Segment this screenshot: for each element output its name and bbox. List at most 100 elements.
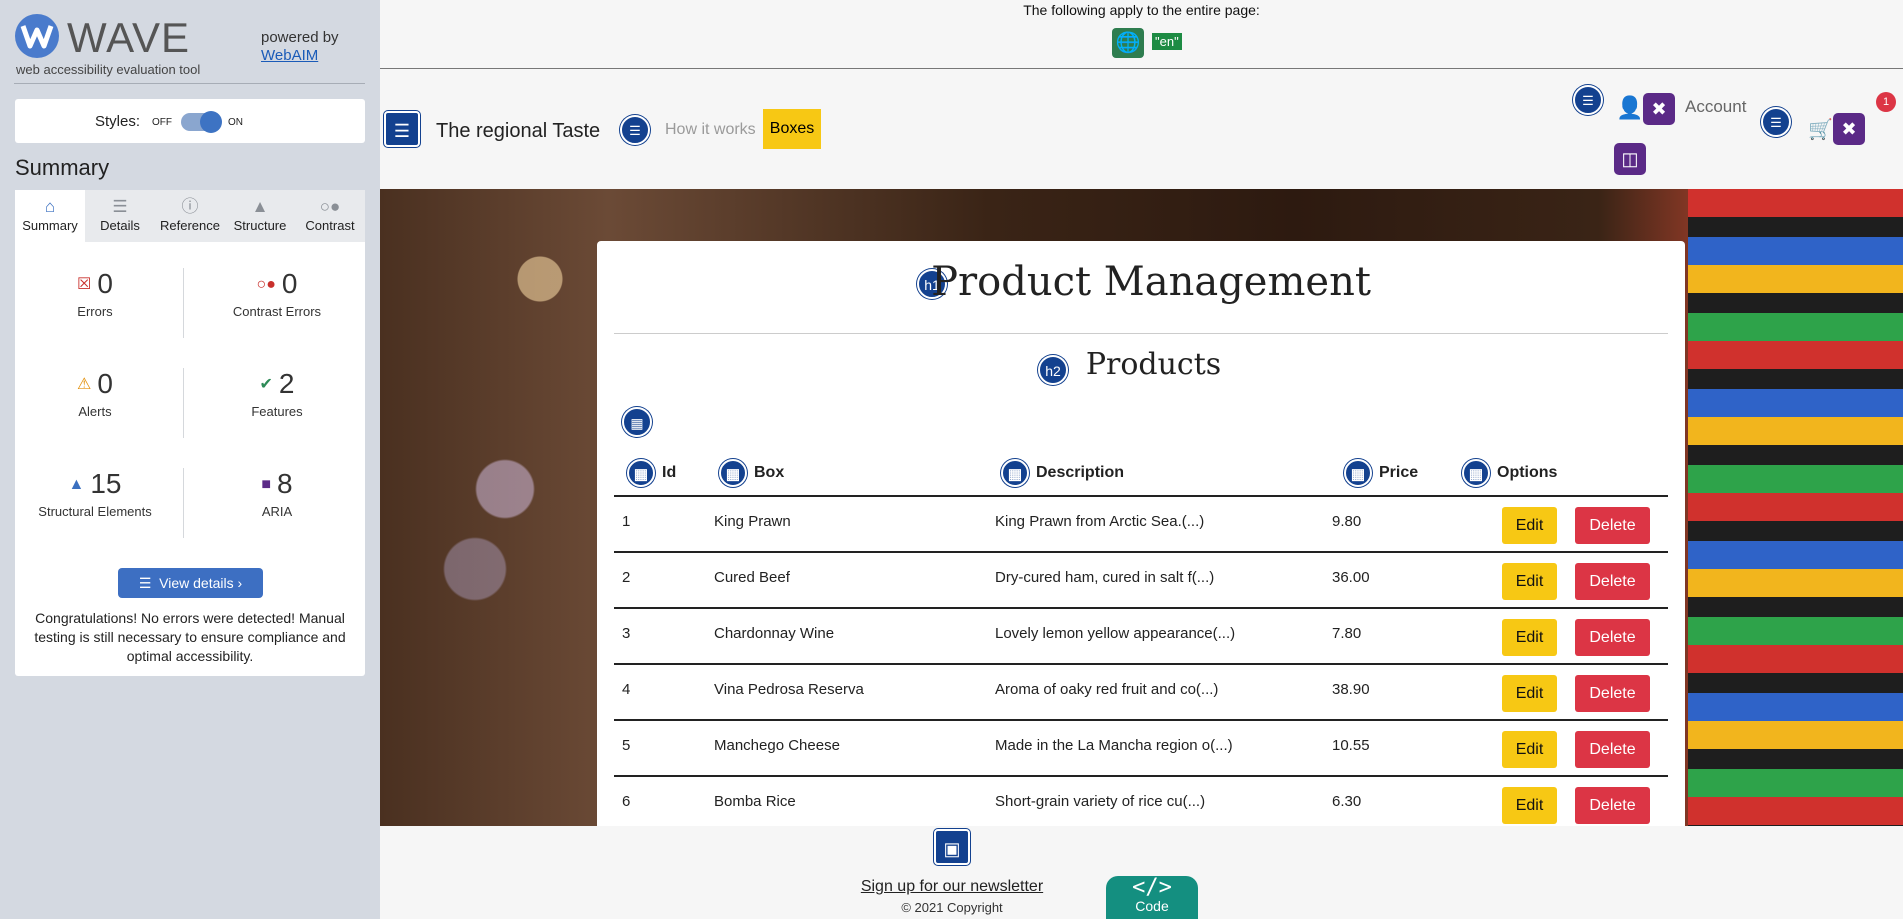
delete-button[interactable]: Delete xyxy=(1575,787,1650,824)
errors-count: 0 xyxy=(97,268,113,299)
aria-count: 8 xyxy=(277,468,293,499)
table-icon: ▦ xyxy=(622,407,652,437)
delete-button[interactable]: Delete xyxy=(1575,507,1650,544)
features-stat[interactable]: ✔ 2 Features xyxy=(197,368,357,419)
delete-button[interactable]: Delete xyxy=(1575,619,1650,656)
newsletter-link[interactable]: Sign up for our newsletter xyxy=(380,878,1524,896)
tab-summary[interactable]: ⌂ Summary xyxy=(15,190,85,242)
column-label: Box xyxy=(754,464,785,482)
list-badge-icon[interactable]: ☰ xyxy=(1761,107,1791,137)
contrast-error-icon: ○● xyxy=(256,276,276,293)
aria-button-icon[interactable]: ✖ xyxy=(1643,93,1675,125)
column-label: Description xyxy=(1036,464,1125,482)
page-title: Product Management xyxy=(931,259,1371,305)
list-icon: ☰ xyxy=(138,575,160,591)
wave-sidebar: WAVE web accessibility evaluation tool p… xyxy=(0,0,380,919)
view-details-label: View details › xyxy=(159,575,243,591)
edit-button[interactable]: Edit xyxy=(1502,675,1557,712)
divider xyxy=(183,268,184,338)
delete-button[interactable]: Delete xyxy=(1575,563,1650,600)
tab-contrast[interactable]: ○● Contrast xyxy=(295,190,365,242)
cell-description: Lovely lemon yellow appearance(...) xyxy=(995,625,1236,642)
cart-icon[interactable]: 🛒 xyxy=(1808,117,1833,142)
hierarchy-icon: ▲ xyxy=(251,197,269,216)
aria-icon: ■ xyxy=(261,476,272,493)
divider xyxy=(14,83,365,84)
html5-structure-icon[interactable]: ☰ xyxy=(384,111,420,147)
account-link[interactable]: Account xyxy=(1685,97,1746,117)
cell-price: 10.55 xyxy=(1332,737,1370,754)
aria-tabindex-icon: ◫ xyxy=(1614,143,1646,175)
delete-button[interactable]: Delete xyxy=(1575,731,1650,768)
divider xyxy=(183,368,184,438)
nav-boxes[interactable]: Boxes xyxy=(763,109,821,149)
table-header-icon: ▦ xyxy=(1001,459,1029,487)
page-language-note: The following apply to the entire page: xyxy=(1023,2,1260,18)
list-badge-icon[interactable]: ☰ xyxy=(1573,85,1603,115)
aria-button-icon[interactable]: ✖ xyxy=(1833,113,1865,145)
tab-structure[interactable]: ▲ Structure xyxy=(225,190,295,242)
brand-name[interactable]: The regional Taste xyxy=(436,120,600,143)
edit-button[interactable]: Edit xyxy=(1502,787,1557,824)
view-details-button[interactable]: ☰ View details › xyxy=(118,568,263,598)
tab-label: Structure xyxy=(233,218,287,233)
column-options[interactable]: ▦ Options xyxy=(1462,459,1557,487)
column-box[interactable]: ▦ Box xyxy=(719,459,784,487)
powered-by: powered by WebAIM xyxy=(261,29,339,65)
styles-off-label: OFF xyxy=(152,117,172,128)
contrast-errors-label: Contrast Errors xyxy=(232,304,322,319)
styles-toggle[interactable] xyxy=(181,111,222,133)
page: The following apply to the entire page: … xyxy=(380,0,1903,919)
column-description[interactable]: ▦ Description xyxy=(1001,459,1124,487)
styles-panel: Styles: OFF ON xyxy=(15,99,365,143)
code-label: Code xyxy=(1135,898,1169,914)
structural-stat[interactable]: ▲ 15 Structural Elements xyxy=(15,468,175,519)
contrast-errors-stat[interactable]: ○● 0 Contrast Errors xyxy=(197,268,357,319)
info-icon: ⓘ xyxy=(181,197,199,216)
alerts-stat[interactable]: ⚠ 0 Alerts xyxy=(15,368,175,419)
nav-how-it-works[interactable]: How it works xyxy=(665,121,756,139)
cell-id: 6 xyxy=(622,793,631,810)
cell-description: Made in the La Mancha region o(...) xyxy=(995,737,1233,754)
webaim-link[interactable]: WebAIM xyxy=(261,47,318,64)
table-header-icon: ▦ xyxy=(719,459,747,487)
table-header-icon: ▦ xyxy=(1462,459,1490,487)
edit-button[interactable]: Edit xyxy=(1502,507,1557,544)
hero-image-stripes xyxy=(1688,189,1903,826)
edit-button[interactable]: Edit xyxy=(1502,731,1557,768)
tab-reference[interactable]: ⓘ Reference xyxy=(155,190,225,242)
code-toggle-button[interactable]: </> Code xyxy=(1106,876,1198,919)
table-row: 4 Vina Pedrosa Reserva Aroma of oaky red… xyxy=(614,665,1668,721)
user-icon[interactable]: 👤 xyxy=(1616,95,1643,121)
aria-label: ARIA xyxy=(261,504,293,519)
site-footer: ▣ Sign up for our newsletter © 2021 Copy… xyxy=(380,826,1903,919)
table-row: 5 Manchego Cheese Made in the La Mancha … xyxy=(614,721,1668,777)
cell-description: Dry-cured ham, cured in salt f(...) xyxy=(995,569,1215,586)
error-icon: ☒ xyxy=(77,276,92,293)
table-row: 2 Cured Beef Dry-cured ham, cured in sal… xyxy=(614,553,1668,609)
cell-price: 6.30 xyxy=(1332,793,1362,810)
styles-label: Styles: xyxy=(95,113,141,130)
divider xyxy=(183,468,184,538)
delete-button[interactable]: Delete xyxy=(1575,675,1650,712)
aria-stat[interactable]: ■ 8 ARIA xyxy=(197,468,357,519)
errors-stat[interactable]: ☒ 0 Errors xyxy=(15,268,175,319)
tab-details[interactable]: ☰ Details xyxy=(85,190,155,242)
navigation-list-icon[interactable]: ☰ xyxy=(620,115,650,145)
cell-box: Cured Beef xyxy=(714,569,790,586)
cell-description: Aroma of oaky red fruit and co(...) xyxy=(995,681,1219,698)
globe-icon[interactable]: 🌐 xyxy=(1112,28,1144,58)
structural-label: Structural Elements xyxy=(38,504,152,519)
hero-background: h1 Product Management h2 Products ▦ ▦ Id … xyxy=(380,189,1903,826)
alerts-count: 0 xyxy=(97,368,113,399)
code-icon: </> xyxy=(1132,875,1172,900)
cell-price: 7.80 xyxy=(1332,625,1362,642)
alert-icon: ⚠ xyxy=(77,376,92,393)
edit-button[interactable]: Edit xyxy=(1502,619,1557,656)
table-header: ▦ Id ▦ Box ▦ Description ▦ Price ▦ Options xyxy=(614,447,1668,497)
column-price[interactable]: ▦ Price xyxy=(1344,459,1418,487)
edit-button[interactable]: Edit xyxy=(1502,563,1557,600)
cell-id: 3 xyxy=(622,625,631,642)
cell-price: 9.80 xyxy=(1332,513,1362,530)
column-id[interactable]: ▦ Id xyxy=(627,459,676,487)
